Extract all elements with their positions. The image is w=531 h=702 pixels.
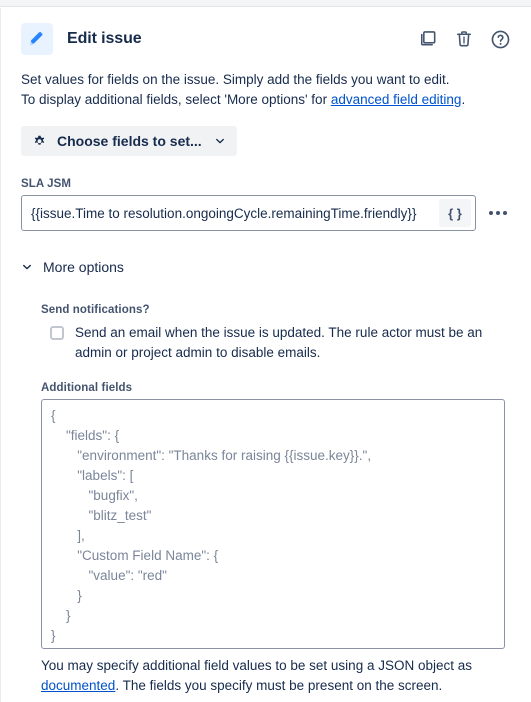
help-text-line-2: The fields you specify must be present o… <box>122 678 443 693</box>
additional-fields-textarea[interactable]: { "fields": { "environment": "Thanks for… <box>41 399 505 649</box>
send-notifications-checkbox[interactable] <box>50 326 64 340</box>
more-options-label: More options <box>43 259 124 275</box>
trash-icon[interactable] <box>453 28 475 50</box>
additional-fields-group: Additional fields { "fields": { "environ… <box>41 382 511 696</box>
additional-fields-label: Additional fields <box>41 382 133 394</box>
help-text-prefix: You may specify additional field values … <box>41 658 472 673</box>
description-line-2: To display additional fields, select 'Mo… <box>21 90 511 110</box>
documented-link[interactable]: documented <box>41 678 115 693</box>
window-top-strip <box>0 0 531 7</box>
send-notifications-checkbox-label: Send an email when the issue is updated.… <box>75 325 483 360</box>
advanced-field-editing-link[interactable]: advanced field editing <box>331 92 462 107</box>
choose-fields-label: Choose fields to set... <box>57 133 202 149</box>
header-actions <box>417 28 511 50</box>
description-line-2-suffix: . <box>461 92 466 107</box>
smart-value-button[interactable]: { } <box>439 199 471 227</box>
page-title: Edit issue <box>67 30 142 47</box>
ellipsis-icon[interactable] <box>487 205 509 221</box>
sla-jsm-field-group: SLA JSM { } <box>21 178 511 231</box>
pencil-icon <box>21 23 53 55</box>
choose-fields-button[interactable]: Choose fields to set... <box>21 126 237 156</box>
sla-jsm-input-row: { } <box>21 195 511 231</box>
more-options-toggle[interactable]: More options <box>21 259 124 275</box>
send-notifications-section: Send notifications? Send an email when t… <box>41 304 511 696</box>
sla-jsm-input[interactable] <box>22 196 439 230</box>
help-text-suffix: . <box>115 678 120 693</box>
sla-jsm-input-wrapper: { } <box>21 195 476 231</box>
description-line-1: Set values for fields on the issue. Simp… <box>21 72 450 87</box>
additional-fields-help: You may specify additional field values … <box>41 656 511 696</box>
help-icon[interactable] <box>489 28 511 50</box>
chevron-down-icon <box>214 135 226 147</box>
send-notifications-row: Send an email when the issue is updated.… <box>50 323 511 363</box>
sla-jsm-label: SLA JSM <box>21 178 72 190</box>
panel-description: Set values for fields on the issue. Simp… <box>21 70 511 110</box>
chevron-down-icon <box>21 261 33 273</box>
panel-header: Edit issue <box>21 22 511 56</box>
gear-icon <box>31 133 48 150</box>
duplicate-icon[interactable] <box>417 28 439 50</box>
edit-issue-panel: Edit issue Set values for fields on the … <box>0 0 531 702</box>
send-notifications-label: Send notifications? <box>41 304 150 316</box>
description-line-2-prefix: To display additional fields, select 'Mo… <box>21 92 331 107</box>
